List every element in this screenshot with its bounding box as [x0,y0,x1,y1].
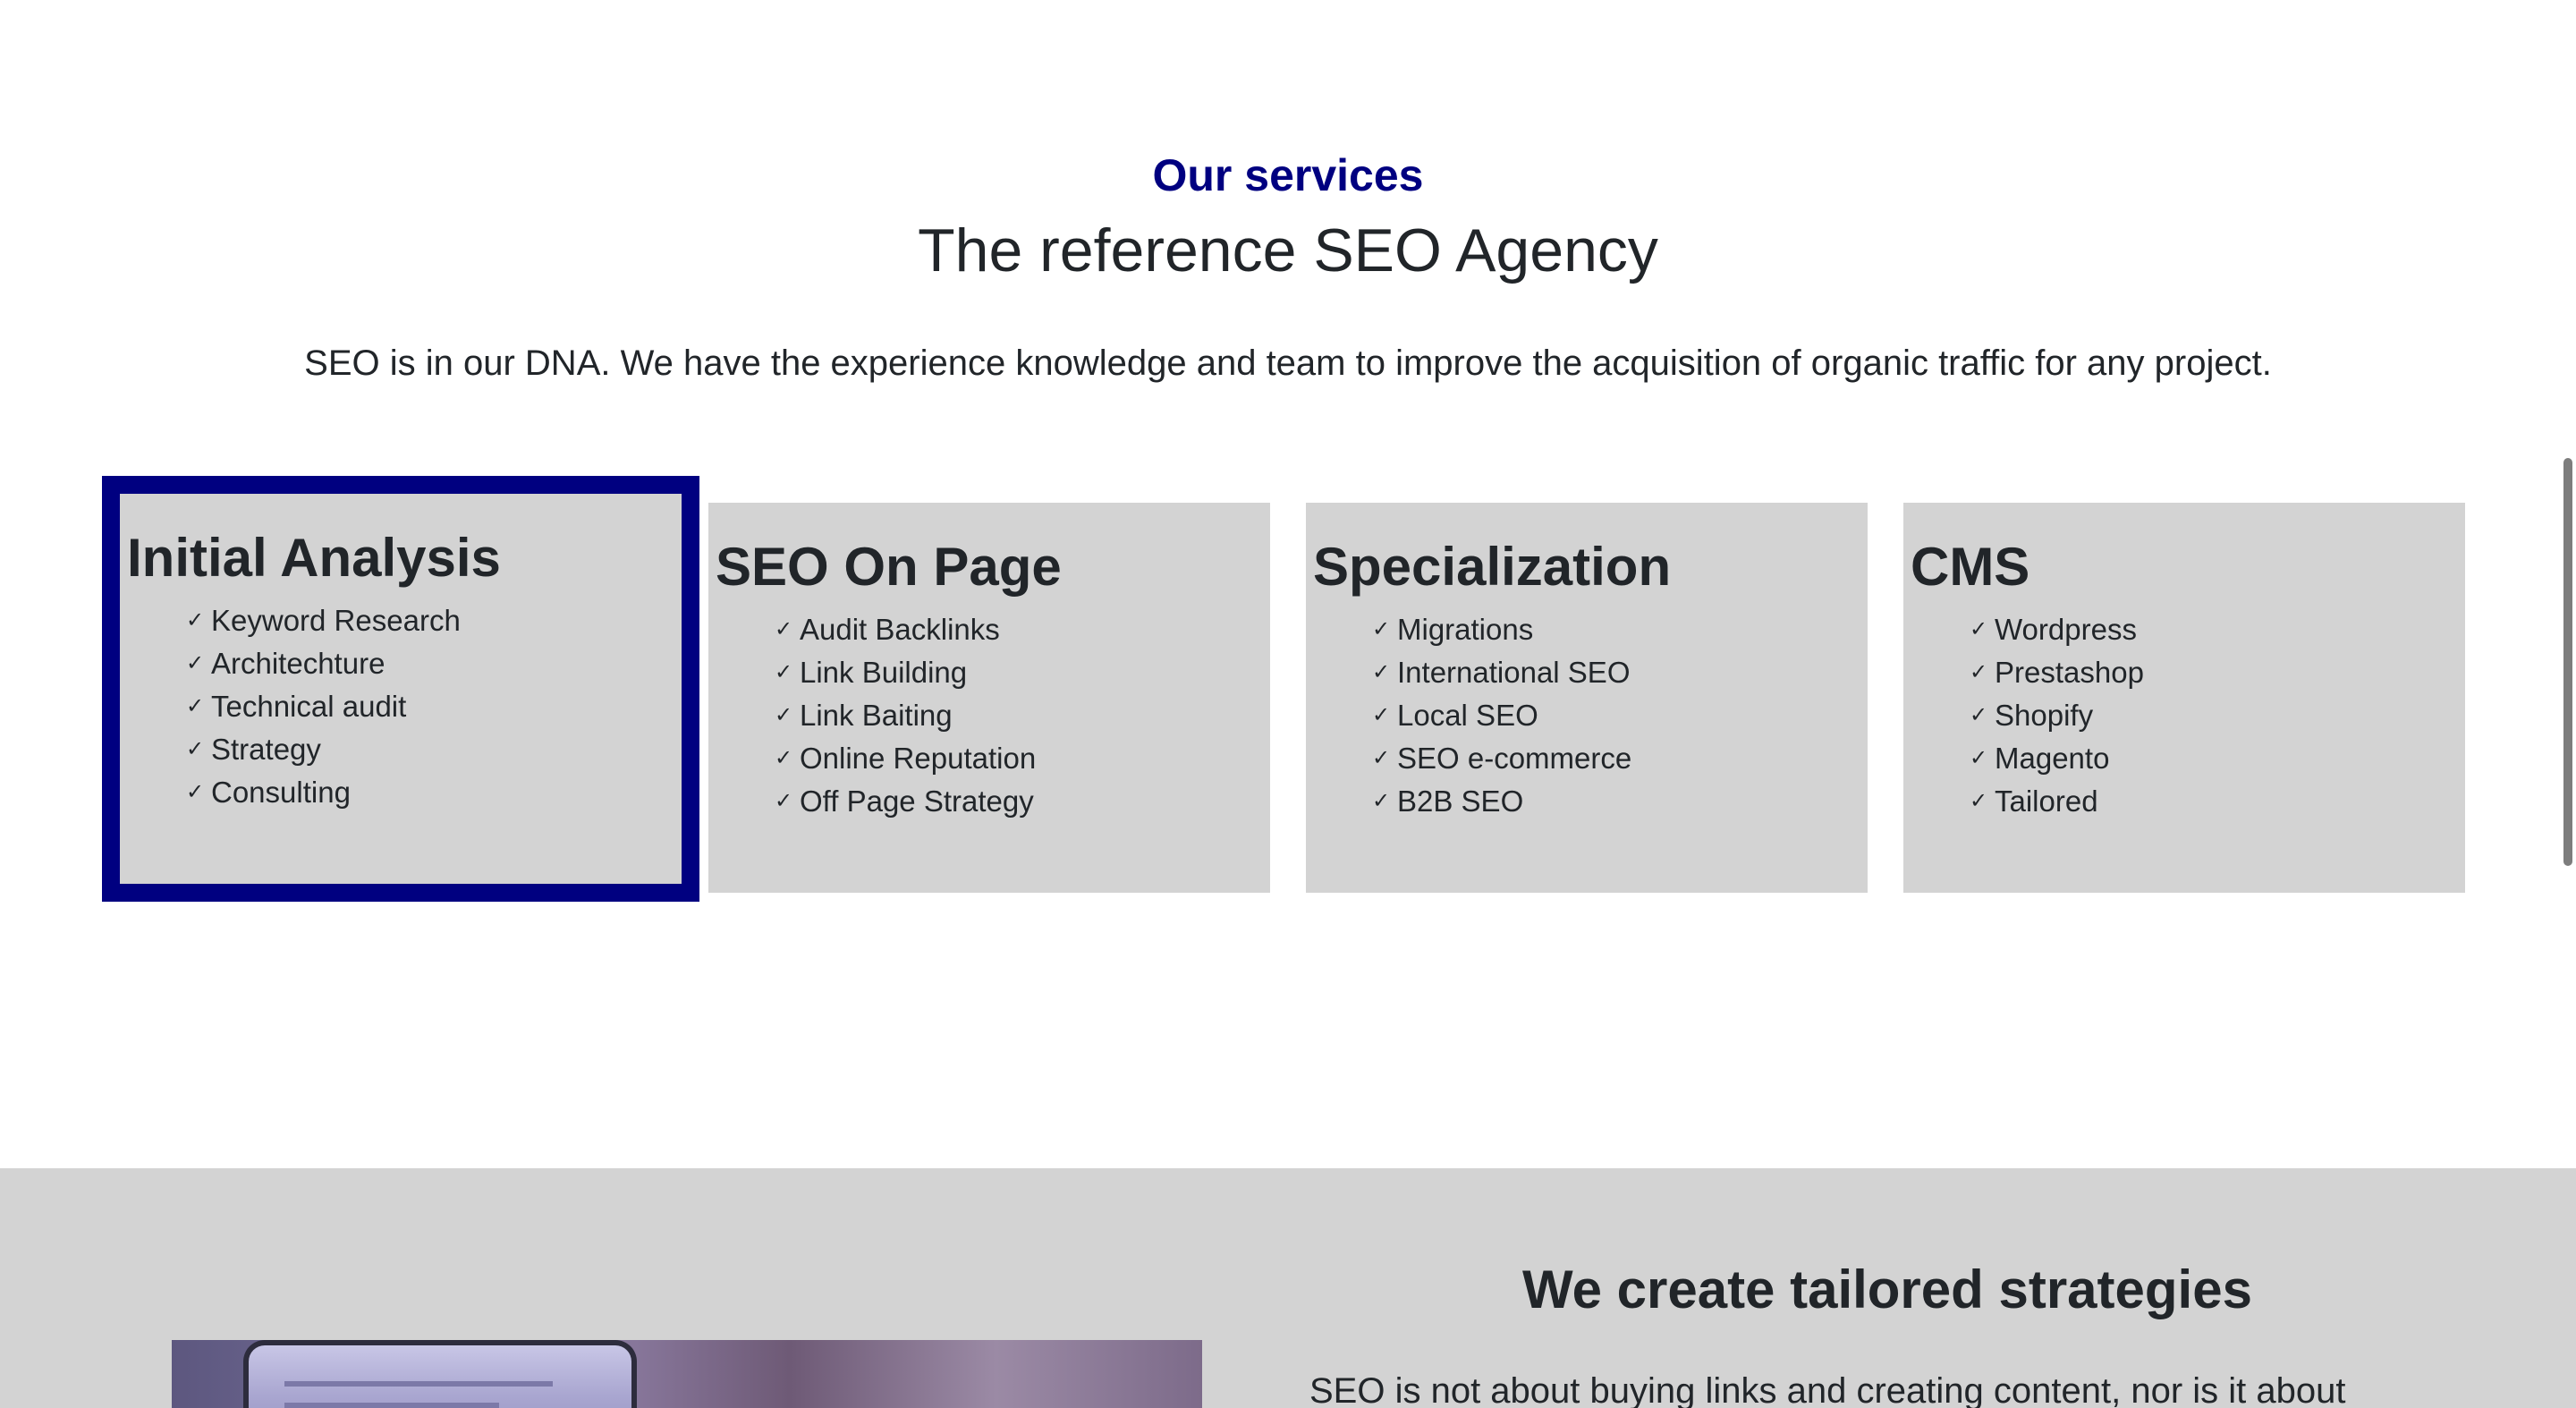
list-item-label: Migrations [1397,613,1534,646]
list-item: ✓ Keyword Research [186,599,461,642]
check-icon: ✓ [1372,746,1391,770]
service-card-initial-analysis[interactable]: Initial Analysis ✓ Keyword Research ✓ Arch… [102,476,699,902]
check-icon: ✓ [1372,703,1391,727]
check-icon: ✓ [1970,617,1988,641]
service-card-seo-on-page[interactable]: SEO On Page ✓ Audit Backlinks ✓ Link Build… [708,503,1270,893]
check-icon: ✓ [186,651,205,675]
card-title: Initial Analysis [127,528,501,588]
list-item-label: Strategy [211,733,321,766]
list-item-label: Wordpress [1995,613,2137,646]
list-item-label: SEO e-commerce [1397,742,1632,775]
strategies-text: SEO is not about buying links and creati… [1309,1371,2346,1408]
list-item: ✓ Link Building [775,651,1036,694]
card-title: SEO On Page [716,537,1062,597]
service-card-cms[interactable]: CMS ✓ Wordpress ✓ Prestashop ✓ Shopify ✓ Mag… [1903,503,2465,893]
check-icon: ✓ [1372,789,1391,813]
check-icon: ✓ [186,608,205,632]
list-item-label: Prestashop [1995,656,2144,689]
section-intro: SEO is in our DNA. We have the experienc… [304,344,2272,383]
list-item: ✓ Strategy [186,728,461,771]
list-item-label: Audit Backlinks [800,613,1000,646]
check-icon: ✓ [775,660,793,684]
list-item-label: B2B SEO [1397,785,1524,818]
screen-line [284,1381,553,1387]
list-item: ✓ Audit Backlinks [775,608,1036,651]
screen-line [284,1403,499,1408]
list-item-label: Technical audit [211,690,407,723]
check-icon: ✓ [775,746,793,770]
check-icon: ✓ [186,694,205,718]
list-item: ✓ Wordpress [1970,608,2144,651]
card-title: Specialization [1313,537,1672,597]
section-headline: The reference SEO Agency [918,216,1658,284]
list-item: ✓ Architechture [186,642,461,685]
page: Our services The reference SEO Agency SE… [0,0,2576,1408]
check-icon: ✓ [1970,789,1988,813]
card-list: ✓ Wordpress ✓ Prestashop ✓ Shopify ✓ Magento… [1970,608,2144,823]
check-icon: ✓ [1372,660,1391,684]
list-item-label: Architechture [211,647,386,680]
check-icon: ✓ [775,789,793,813]
laptop-screen [243,1340,637,1408]
card-list: ✓ Migrations ✓ International SEO ✓ Local SE… [1372,608,1631,823]
check-icon: ✓ [186,780,205,804]
list-item-label: Online Reputation [800,742,1037,775]
list-item: ✓ Off Page Strategy [775,780,1036,823]
list-item: ✓ Online Reputation [775,737,1036,780]
check-icon: ✓ [1372,617,1391,641]
check-icon: ✓ [1970,746,1988,770]
laptop-photo [172,1340,1202,1408]
list-item-label: Off Page Strategy [800,785,1034,818]
list-item: ✓ Local SEO [1372,694,1631,737]
list-item: ✓ Link Baiting [775,694,1036,737]
check-icon: ✓ [1970,703,1988,727]
list-item: ✓ Magento [1970,737,2144,780]
list-item-label: Consulting [211,776,351,809]
strategies-section: We create tailored strategies SEO is not… [0,1168,2576,1408]
list-item: ✓ Consulting [186,771,461,814]
services-section: Our services The reference SEO Agency SE… [0,0,2576,1168]
section-eyebrow: Our services [1152,150,1424,200]
check-icon: ✓ [775,617,793,641]
check-icon: ✓ [775,703,793,727]
scrollbar-thumb[interactable] [2563,458,2572,866]
list-item-label: Shopify [1995,699,2094,732]
list-item: ✓ Technical audit [186,685,461,728]
card-list: ✓ Keyword Research ✓ Architechture ✓ Techni… [186,599,461,814]
strategies-title: We create tailored strategies [1522,1260,2252,1319]
list-item: ✓ B2B SEO [1372,780,1631,823]
list-item: ✓ Migrations [1372,608,1631,651]
check-icon: ✓ [186,737,205,761]
service-card-specialization[interactable]: Specialization ✓ Migrations ✓ Internationa… [1306,503,1868,893]
list-item-label: Local SEO [1397,699,1538,732]
list-item: ✓ Tailored [1970,780,2144,823]
list-item: ✓ Prestashop [1970,651,2144,694]
list-item-label: Tailored [1995,785,2098,818]
check-icon: ✓ [1970,660,1988,684]
list-item: ✓ International SEO [1372,651,1631,694]
list-item: ✓ SEO e-commerce [1372,737,1631,780]
list-item-label: International SEO [1397,656,1631,689]
list-item-label: Keyword Research [211,604,461,637]
card-title: CMS [1911,537,2030,597]
list-item-label: Magento [1995,742,2110,775]
list-item: ✓ Shopify [1970,694,2144,737]
list-item-label: Link Baiting [800,699,953,732]
list-item-label: Link Building [800,656,968,689]
card-list: ✓ Audit Backlinks ✓ Link Building ✓ Link Ba… [775,608,1036,823]
